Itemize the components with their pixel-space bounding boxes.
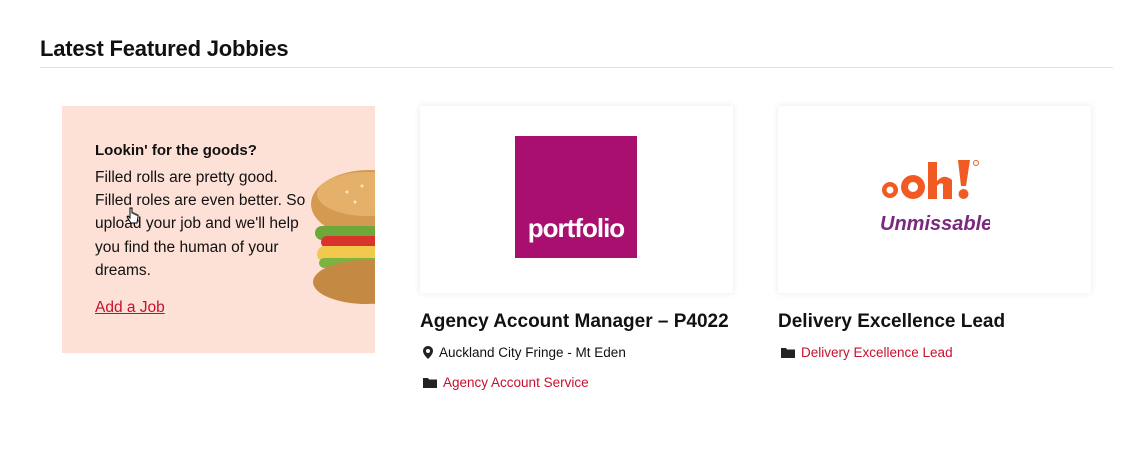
job-category-text[interactable]: Agency Account Service bbox=[443, 375, 589, 390]
job-title[interactable]: Delivery Excellence Lead bbox=[778, 311, 1005, 333]
job-category[interactable]: Agency Account Service bbox=[423, 375, 589, 390]
job-logo-link[interactable]: portfolio bbox=[420, 106, 733, 293]
job-category-text[interactable]: Delivery Excellence Lead bbox=[801, 345, 953, 360]
folder-icon bbox=[781, 348, 795, 358]
section-title: Latest Featured Jobbies bbox=[40, 36, 289, 61]
portfolio-logo: portfolio bbox=[515, 136, 637, 258]
job-location-text: Auckland City Fringe - Mt Eden bbox=[439, 345, 626, 360]
job-card: Unmissable Delivery Excellence Lead Deli… bbox=[778, 106, 1091, 360]
promo-card: Lookin' for the goods? Filled rolls are … bbox=[62, 106, 375, 353]
job-card: portfolio Agency Account Manager – P4022… bbox=[420, 106, 733, 390]
portfolio-logo-text: portfolio bbox=[527, 213, 625, 243]
job-location: Auckland City Fringe - Mt Eden bbox=[423, 345, 626, 360]
location-pin-icon bbox=[423, 346, 433, 359]
sandwich-image bbox=[311, 170, 375, 304]
ooh-logo-tagline: Unmissable bbox=[880, 213, 990, 235]
job-category[interactable]: Delivery Excellence Lead bbox=[781, 345, 953, 360]
promo-heading: Lookin' for the goods? bbox=[95, 142, 257, 159]
section-divider bbox=[40, 67, 1113, 68]
add-job-link[interactable]: Add a Job bbox=[95, 299, 165, 317]
job-logo-link[interactable]: Unmissable bbox=[778, 106, 1091, 293]
folder-icon bbox=[423, 378, 437, 388]
pointer-cursor-icon bbox=[126, 207, 139, 224]
ooh-logo: Unmissable bbox=[880, 160, 990, 235]
job-title[interactable]: Agency Account Manager – P4022 bbox=[420, 311, 729, 333]
